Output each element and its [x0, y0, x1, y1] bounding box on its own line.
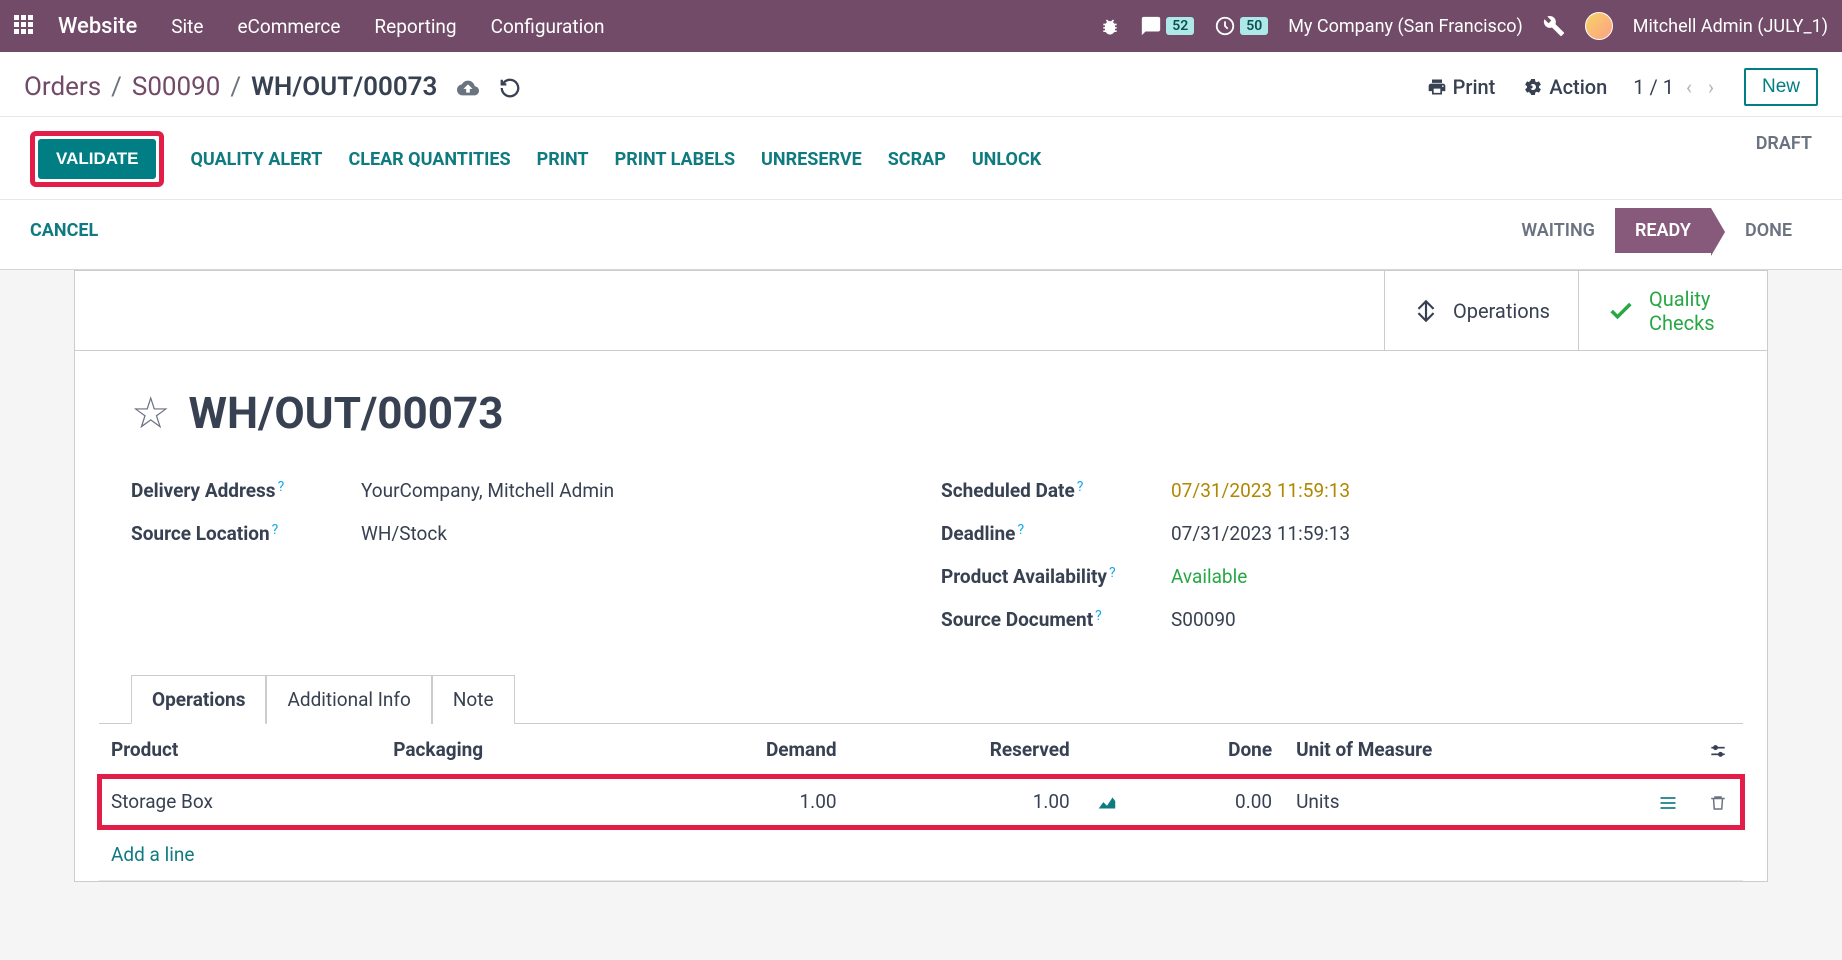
operations-stat-button[interactable]: Operations: [1384, 271, 1578, 350]
help-icon[interactable]: ?: [272, 522, 279, 538]
cell-demand[interactable]: 1.00: [637, 776, 849, 829]
cell-packaging[interactable]: [381, 776, 636, 829]
add-line-button[interactable]: Add a line: [99, 828, 1743, 880]
print-action-button[interactable]: PRINT: [537, 149, 589, 170]
scheduled-date-label: Scheduled Date: [941, 479, 1075, 502]
help-icon[interactable]: ?: [278, 479, 285, 495]
new-button[interactable]: New: [1744, 68, 1818, 106]
apps-icon[interactable]: [14, 15, 36, 37]
avatar[interactable]: [1585, 12, 1613, 40]
cloud-save-icon[interactable]: [457, 75, 479, 100]
menu-reporting[interactable]: Reporting: [374, 15, 456, 38]
deadline-value: 07/31/2023 11:59:13: [1171, 522, 1350, 545]
delivery-address-value[interactable]: YourCompany, Mitchell Admin: [361, 479, 614, 502]
activities-icon[interactable]: 50: [1214, 15, 1268, 37]
status-draft[interactable]: DRAFT: [1756, 133, 1812, 154]
messages-icon[interactable]: 52: [1140, 15, 1194, 37]
delete-row-icon[interactable]: [1693, 776, 1743, 829]
favorite-star-icon[interactable]: ☆: [131, 387, 170, 439]
tools-icon[interactable]: [1543, 15, 1565, 37]
cancel-button[interactable]: CANCEL: [30, 220, 98, 241]
menu-site[interactable]: Site: [171, 15, 203, 38]
cell-reserved: 1.00: [849, 776, 1082, 829]
record-title: WH/OUT/00073: [188, 387, 503, 439]
source-document-value[interactable]: S00090: [1171, 608, 1236, 631]
col-done[interactable]: Done: [1132, 724, 1284, 776]
breadcrumb-order[interactable]: S00090: [132, 72, 221, 102]
cell-product[interactable]: Storage Box: [99, 776, 381, 829]
quality-checks-stat-label: Quality Checks: [1649, 287, 1739, 335]
operations-stat-label: Operations: [1453, 299, 1550, 323]
print-button[interactable]: Print: [1427, 75, 1496, 99]
pager-prev-icon[interactable]: ‹: [1682, 75, 1696, 99]
pager-text[interactable]: 1 / 1: [1633, 75, 1674, 99]
help-icon[interactable]: ?: [1109, 565, 1116, 581]
print-labels-button[interactable]: PRINT LABELS: [615, 149, 735, 170]
user-name[interactable]: Mitchell Admin (JULY_1): [1633, 16, 1828, 37]
bug-icon[interactable]: [1100, 15, 1120, 36]
quality-checks-stat-button[interactable]: Quality Checks: [1578, 271, 1767, 350]
help-icon[interactable]: ?: [1077, 479, 1084, 495]
status-done[interactable]: DONE: [1725, 208, 1812, 253]
scrap-button[interactable]: SCRAP: [888, 149, 946, 170]
validate-highlight: VALIDATE: [30, 131, 164, 187]
unlock-button[interactable]: UNLOCK: [972, 149, 1041, 170]
messages-badge: 52: [1166, 17, 1194, 35]
unreserve-button[interactable]: UNRESERVE: [761, 149, 862, 170]
source-location-label: Source Location: [131, 522, 270, 545]
col-forecast: [1082, 724, 1132, 776]
col-uom[interactable]: Unit of Measure: [1284, 724, 1643, 776]
source-document-label: Source Document: [941, 608, 1093, 631]
delivery-address-label: Delivery Address: [131, 479, 276, 502]
discard-icon[interactable]: [499, 75, 521, 100]
table-row[interactable]: Storage Box 1.00 1.00 0.00 Units: [99, 776, 1743, 829]
action-bar-row2: CANCEL WAITING READY DONE: [0, 200, 1842, 270]
cell-uom[interactable]: Units: [1284, 776, 1643, 829]
print-label: Print: [1453, 75, 1496, 99]
tab-operations[interactable]: Operations: [131, 675, 266, 724]
col-reserved[interactable]: Reserved: [849, 724, 1082, 776]
menu-ecommerce[interactable]: eCommerce: [237, 15, 340, 38]
menu-configuration[interactable]: Configuration: [491, 15, 605, 38]
validate-button[interactable]: VALIDATE: [38, 139, 156, 179]
action-bar: VALIDATE QUALITY ALERT CLEAR QUANTITIES …: [0, 117, 1842, 200]
deadline-label: Deadline: [941, 522, 1015, 545]
quality-alert-button[interactable]: QUALITY ALERT: [190, 149, 322, 170]
tab-note[interactable]: Note: [432, 675, 515, 724]
action-dropdown[interactable]: Action: [1521, 75, 1607, 99]
col-detail: [1643, 724, 1693, 776]
source-location-value[interactable]: WH/Stock: [361, 522, 447, 545]
breadcrumb: Orders / S00090 / WH/OUT/00073: [24, 72, 437, 102]
pager: 1 / 1 ‹ ›: [1633, 75, 1718, 99]
pager-next-icon[interactable]: ›: [1704, 75, 1718, 99]
product-availability-label: Product Availability: [941, 565, 1107, 588]
tab-additional-info[interactable]: Additional Info: [266, 675, 431, 724]
scheduled-date-value[interactable]: 07/31/2023 11:59:13: [1171, 479, 1350, 502]
operations-table: Product Packaging Demand Reserved Done U…: [99, 724, 1743, 881]
status-waiting[interactable]: WAITING: [1501, 208, 1615, 253]
breadcrumb-orders[interactable]: Orders: [24, 72, 101, 102]
col-options-icon[interactable]: [1693, 724, 1743, 776]
form-sheet: Operations Quality Checks ☆ WH/OUT/00073…: [74, 270, 1768, 882]
help-icon[interactable]: ?: [1095, 608, 1102, 624]
help-icon[interactable]: ?: [1017, 522, 1024, 538]
breadcrumb-current: WH/OUT/00073: [251, 72, 437, 102]
brand-label[interactable]: Website: [58, 14, 137, 39]
status-ready[interactable]: READY: [1615, 208, 1711, 253]
forecast-icon[interactable]: [1082, 776, 1132, 829]
action-label: Action: [1549, 75, 1607, 99]
breadcrumb-bar: Orders / S00090 / WH/OUT/00073 Print Act…: [0, 52, 1842, 117]
detail-icon[interactable]: [1643, 776, 1693, 829]
col-packaging[interactable]: Packaging: [381, 724, 636, 776]
company-switcher[interactable]: My Company (San Francisco): [1288, 16, 1523, 37]
col-product[interactable]: Product: [99, 724, 381, 776]
col-demand[interactable]: Demand: [637, 724, 849, 776]
product-availability-value: Available: [1171, 565, 1247, 588]
activities-badge: 50: [1240, 17, 1268, 35]
clear-quantities-button[interactable]: CLEAR QUANTITIES: [348, 149, 510, 170]
cell-done[interactable]: 0.00: [1132, 776, 1284, 829]
top-navbar: Website Site eCommerce Reporting Configu…: [0, 0, 1842, 52]
